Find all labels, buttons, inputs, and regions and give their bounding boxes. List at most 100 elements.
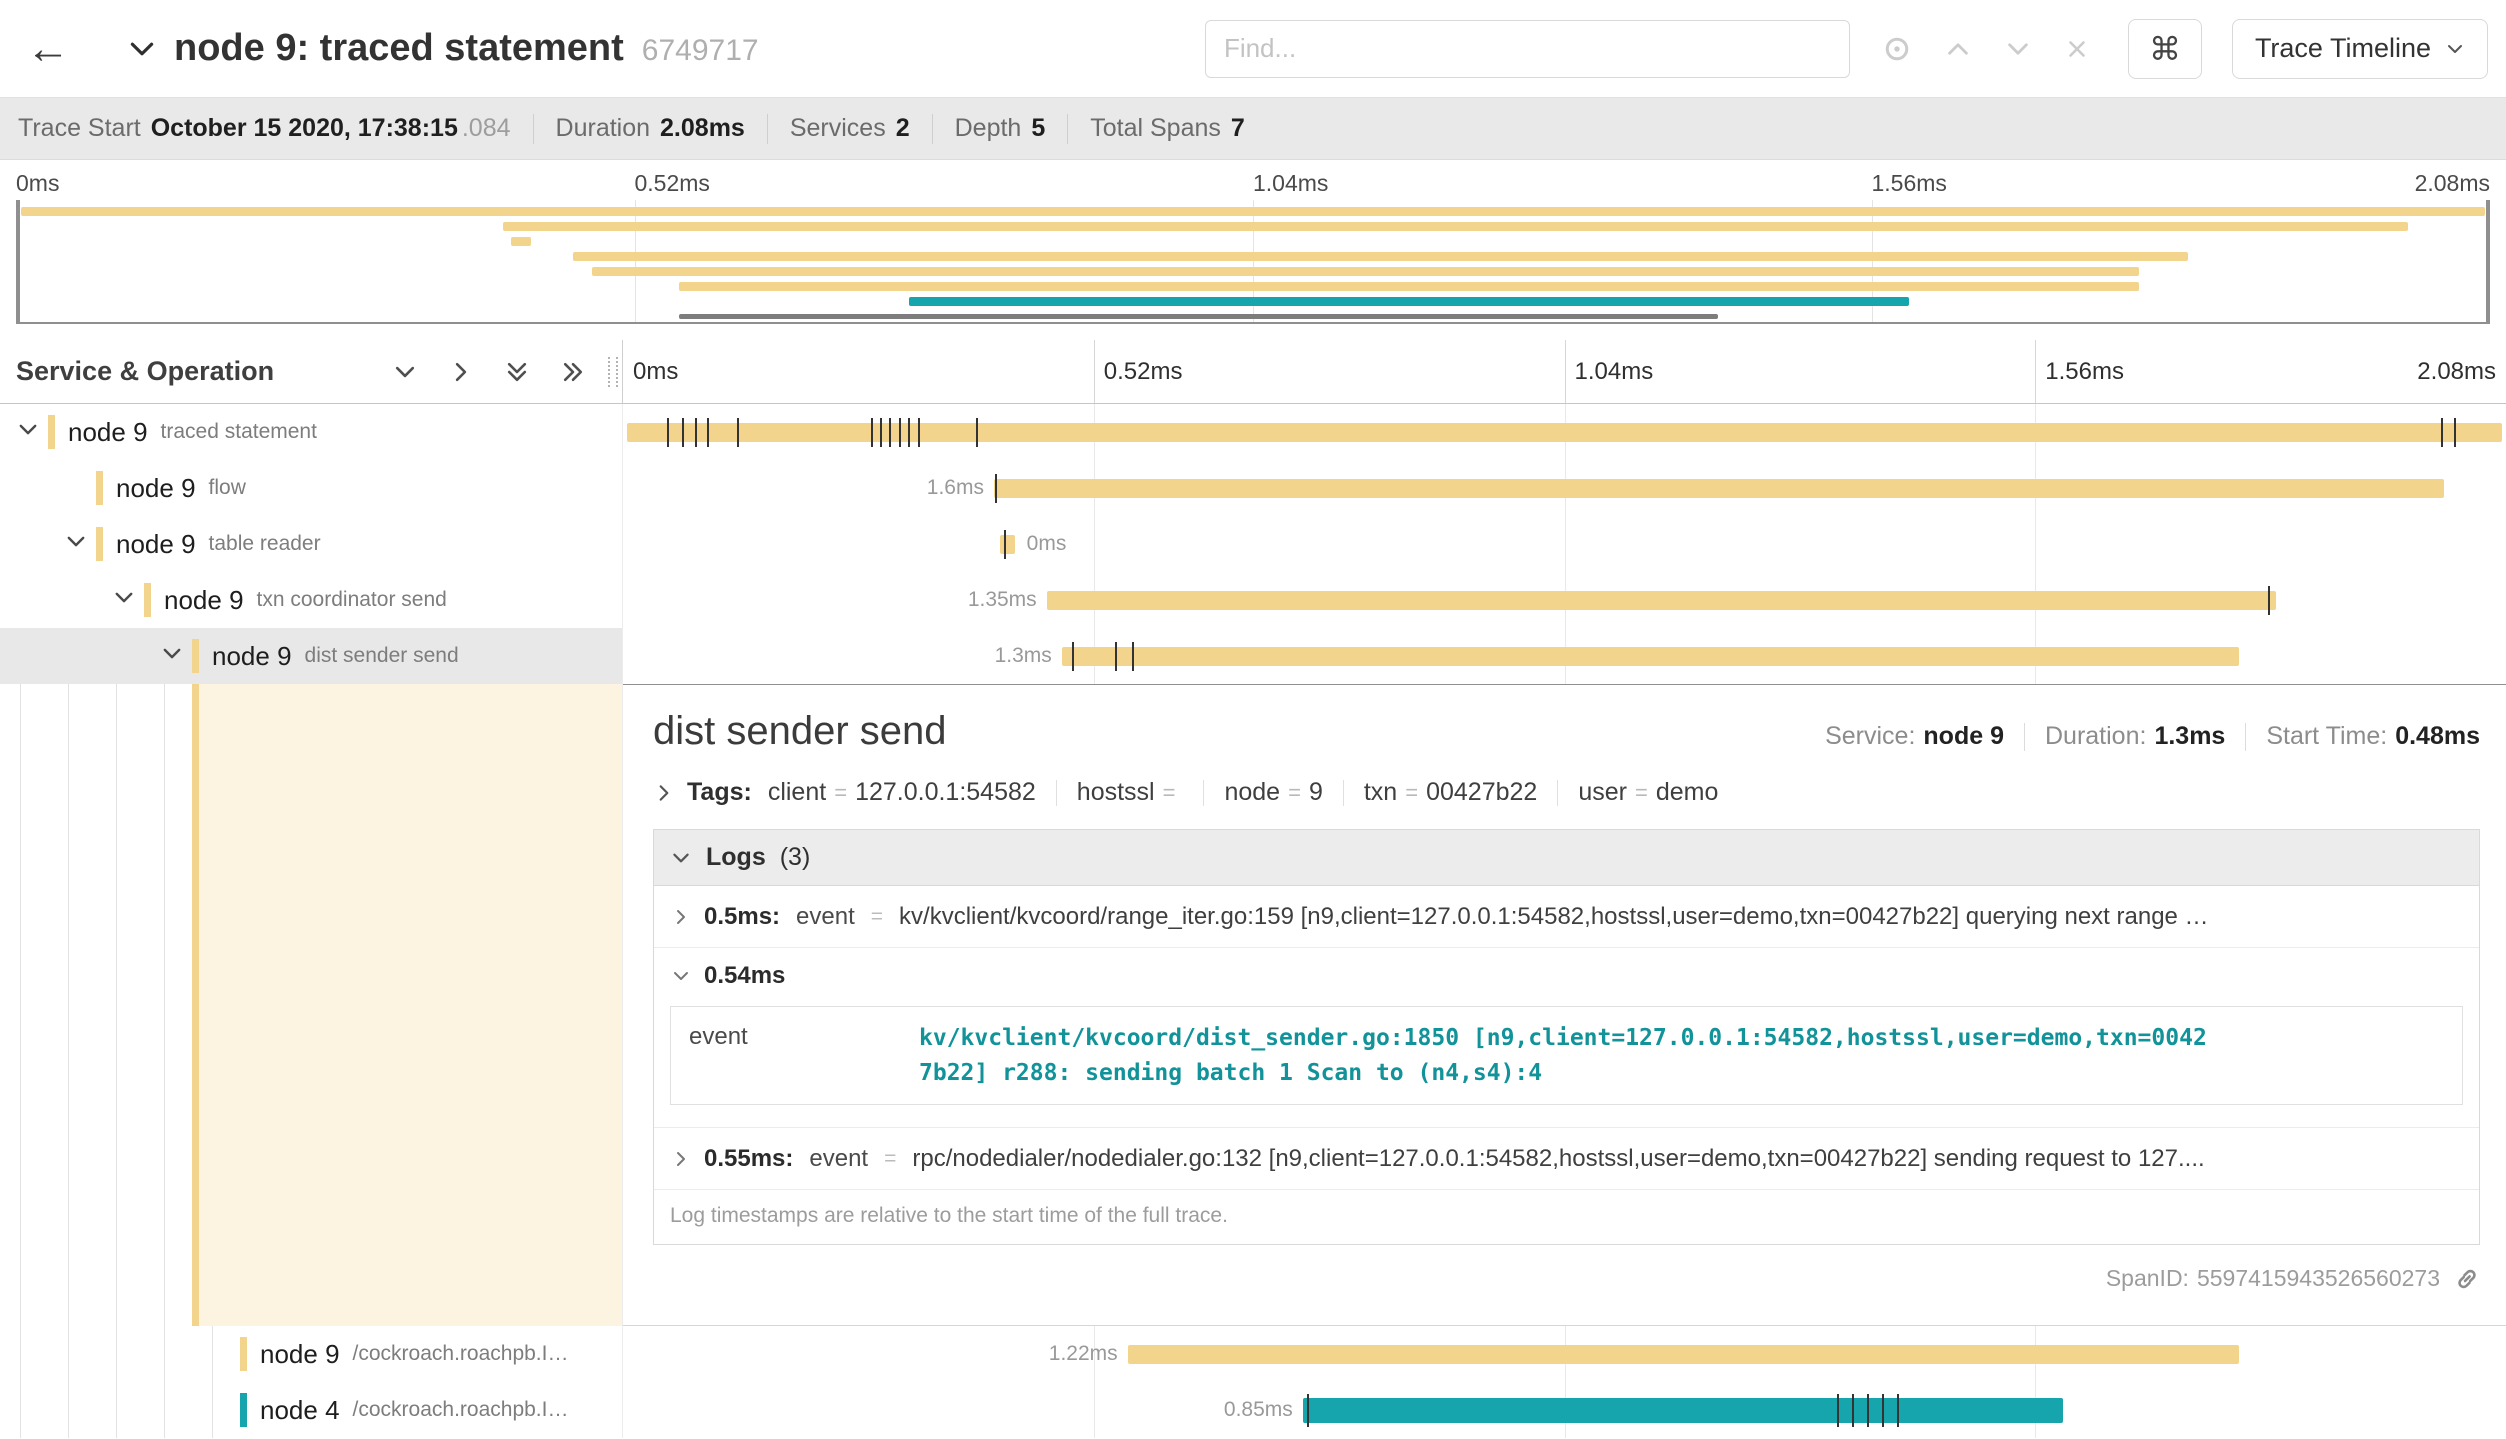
tag-key: txn	[1364, 778, 1397, 806]
span-detail-header: dist sender send Service:node 9Duration:…	[653, 709, 2480, 754]
log-marker	[918, 418, 920, 447]
expand-log-icon[interactable]	[670, 907, 692, 927]
minimap-time-label: 2.08ms	[2415, 170, 2490, 197]
trace-minimap: 0ms0.52ms1.04ms1.56ms2.08ms	[0, 160, 2506, 324]
trace-id: 6749717	[642, 34, 759, 68]
span-row: node 9traced statement	[0, 404, 2506, 460]
log-entry[interactable]: 0.5ms:event=kv/kvclient/kvcoord/range_it…	[654, 886, 2479, 948]
summary-label: Total Spans	[1090, 114, 1221, 143]
collapse-all-icon[interactable]	[560, 359, 586, 385]
detail-stat-value: 0.48ms	[2395, 722, 2480, 750]
span-tree-item[interactable]: node 9traced statement	[0, 404, 623, 460]
tag-item: user=demo	[1578, 778, 1718, 807]
trace-view-dropdown[interactable]: Trace Timeline	[2232, 19, 2488, 79]
logs-label: Logs	[706, 843, 766, 872]
service-color-strip	[96, 471, 103, 505]
log-marker	[889, 418, 891, 447]
column-resizer-handle[interactable]	[608, 357, 618, 387]
span-labels: node 9flow	[116, 460, 616, 516]
indent-guide	[116, 684, 117, 1326]
span-id-label: SpanID:	[2106, 1265, 2189, 1292]
span-labels: node 9dist sender send	[212, 628, 616, 684]
span-toggle-icon[interactable]	[16, 418, 40, 447]
span-bar[interactable]	[1128, 1345, 2239, 1364]
span-timeline-cell[interactable]	[623, 404, 2506, 460]
span-bar[interactable]	[1000, 535, 1015, 554]
span-tree-item[interactable]: node 9flow	[0, 460, 623, 516]
span-timeline-cell[interactable]: 1.3ms	[623, 628, 2506, 684]
find-input[interactable]	[1205, 20, 1850, 78]
span-toggle-icon[interactable]	[112, 586, 136, 615]
trace-name: node 9: traced statement	[174, 27, 624, 70]
span-timeline-cell[interactable]: 0ms	[623, 516, 2506, 572]
log-marker	[667, 418, 669, 447]
summary-label: Trace Start	[18, 114, 141, 143]
span-timeline-cell[interactable]: 1.6ms	[623, 460, 2506, 516]
log-marker	[1132, 642, 1134, 671]
collapse-trace-header-icon[interactable]	[126, 33, 158, 65]
logs-note: Log timestamps are relative to the start…	[654, 1190, 2479, 1244]
span-duration-label: 1.6ms	[927, 460, 984, 516]
span-timeline-cell[interactable]: 0.85ms	[623, 1382, 2506, 1438]
span-row: node 9dist sender send1.3ms	[0, 628, 2506, 684]
span-tree-item[interactable]: node 4/cockroach.roachpb.I…	[0, 1382, 623, 1438]
span-bar[interactable]	[994, 479, 2444, 498]
span-tree-item[interactable]: node 9dist sender send	[0, 628, 623, 684]
keyboard-shortcuts-button[interactable]: ⌘	[2128, 19, 2202, 79]
log-marker	[737, 418, 739, 447]
log-entry[interactable]: 0.55ms:event=rpc/nodedialer/nodedialer.g…	[654, 1128, 2479, 1190]
log-marker	[707, 418, 709, 447]
span-labels: node 9table reader	[116, 516, 616, 572]
tag-value: 9	[1309, 778, 1323, 806]
clear-find-icon[interactable]	[2064, 36, 2090, 62]
log-marker	[976, 418, 978, 447]
minimap-time-axis: 0ms0.52ms1.04ms1.56ms2.08ms	[16, 168, 2490, 200]
service-name: node 4	[260, 1395, 340, 1426]
next-result-icon[interactable]	[2004, 35, 2032, 63]
collapse-one-icon[interactable]	[392, 359, 418, 385]
back-button[interactable]: ←	[0, 24, 96, 74]
prev-result-icon[interactable]	[1944, 35, 1972, 63]
expand-all-icon[interactable]	[504, 359, 530, 385]
collapse-log-icon[interactable]	[670, 966, 692, 986]
span-bar[interactable]	[1047, 591, 2277, 610]
tags-label: Tags:	[687, 778, 752, 807]
log-marker	[695, 418, 697, 447]
tags-row[interactable]: Tags: client=127.0.0.1:54582hostssl=node…	[653, 778, 2480, 807]
axis-time-label: 2.08ms	[2417, 340, 2496, 404]
span-tree-item[interactable]: node 9table reader	[0, 516, 623, 572]
minimap-canvas[interactable]	[16, 200, 2490, 324]
span-bar[interactable]	[1303, 1398, 2064, 1423]
span-bar[interactable]	[1062, 647, 2239, 666]
expand-log-icon[interactable]	[670, 1149, 692, 1169]
equals-sign: =	[834, 780, 847, 805]
detail-stat-value: 1.3ms	[2154, 722, 2225, 750]
detail-stat: Start Time:0.48ms	[2266, 722, 2480, 751]
log-marker	[1004, 530, 1006, 559]
span-row: node 9/cockroach.roachpb.I…1.22ms	[0, 1326, 2506, 1382]
service-color-strip	[240, 1393, 247, 1427]
indent-guide	[116, 1382, 117, 1438]
find-toolbar	[1205, 20, 2090, 78]
span-toggle-icon[interactable]	[160, 642, 184, 671]
log-entry-header[interactable]: 0.54ms	[654, 948, 2479, 1004]
log-marker	[1307, 1394, 1309, 1427]
span-labels: node 9traced statement	[68, 404, 616, 460]
tag-item: txn=00427b22	[1364, 778, 1537, 807]
minimap-span-bar	[592, 267, 2138, 276]
expand-tags-icon[interactable]	[653, 782, 675, 804]
span-timeline-cell[interactable]: 1.35ms	[623, 572, 2506, 628]
indent-guide	[68, 1382, 69, 1438]
copy-link-icon[interactable]	[2454, 1266, 2480, 1292]
span-tree-item[interactable]: node 9txn coordinator send	[0, 572, 623, 628]
indent-guide	[212, 1382, 213, 1438]
log-marker	[1867, 1394, 1869, 1427]
span-toggle-icon[interactable]	[64, 530, 88, 559]
span-tree-item[interactable]: node 9/cockroach.roachpb.I…	[0, 1326, 623, 1382]
locate-span-icon[interactable]	[1882, 34, 1912, 64]
minimap-scrubber-handle-left[interactable]	[16, 200, 20, 322]
expand-one-icon[interactable]	[448, 359, 474, 385]
logs-header[interactable]: Logs (3)	[654, 830, 2479, 886]
minimap-scrubber-handle-right[interactable]	[2486, 200, 2490, 322]
span-timeline-cell[interactable]: 1.22ms	[623, 1326, 2506, 1382]
